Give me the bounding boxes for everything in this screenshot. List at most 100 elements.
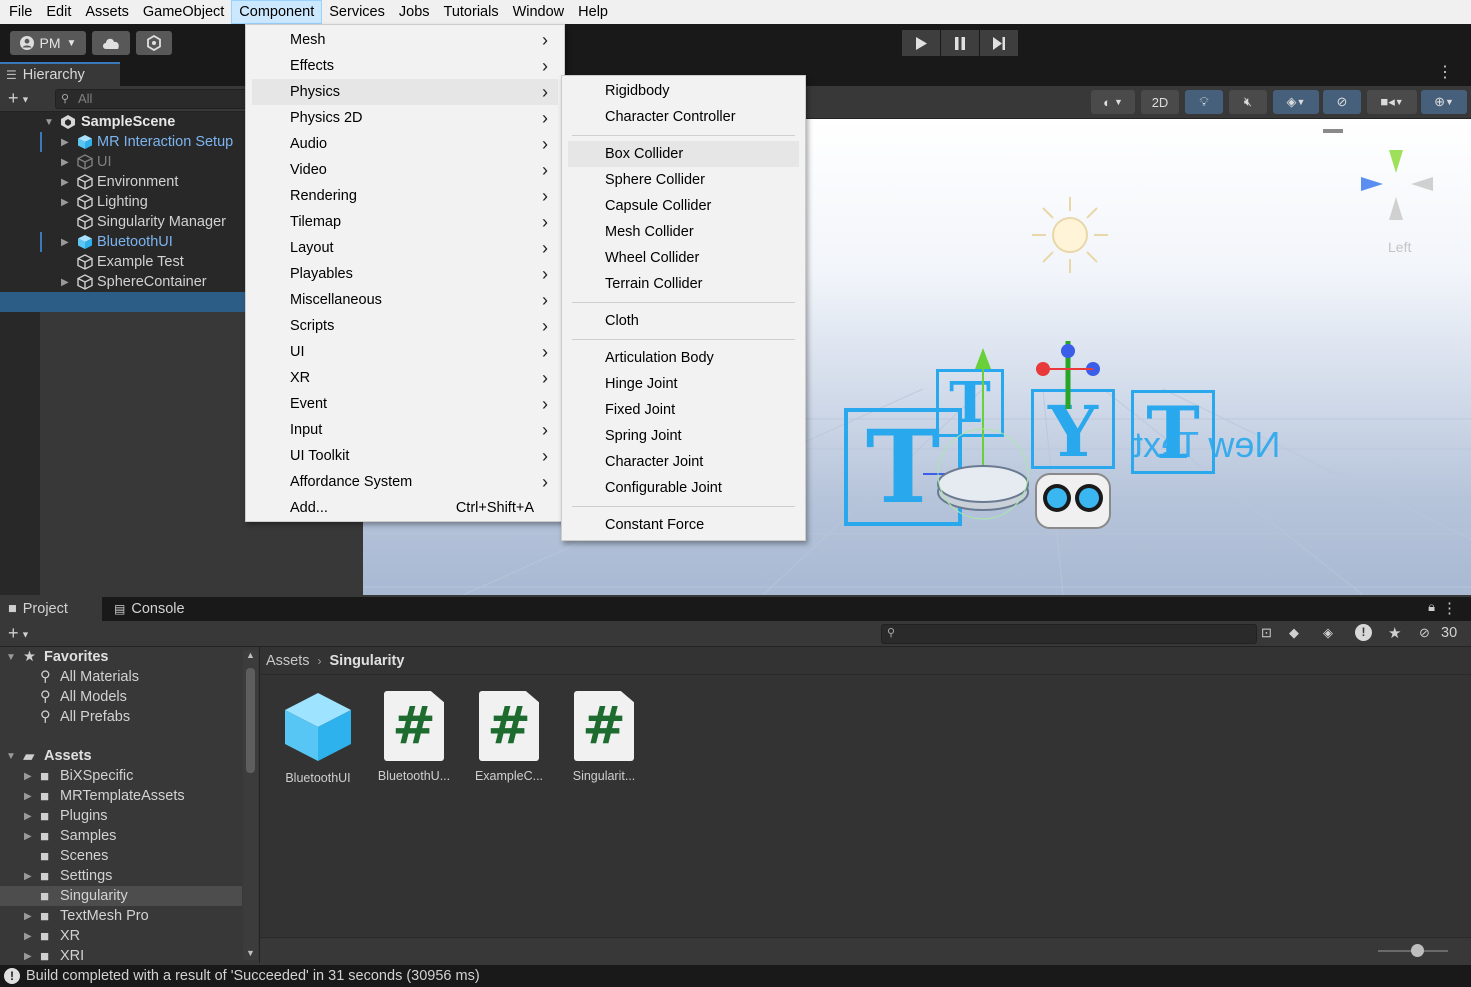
physics-menu-item[interactable]: Cloth [562, 308, 805, 334]
physics-menu-item[interactable]: Box Collider [568, 141, 799, 167]
expand-arrow-icon[interactable]: ▶ [61, 177, 69, 188]
folder-row[interactable]: ▶ ■ BiXSpecific [0, 766, 242, 786]
star-icon[interactable]: ★ [1388, 624, 1401, 642]
breadcrumb-assets[interactable]: Assets [266, 653, 310, 669]
orientation-gizmo-icon[interactable] [1353, 145, 1443, 235]
physics-menu-item[interactable]: Character Joint [562, 449, 805, 475]
folder-row[interactable]: ▼ ★ Favorites [0, 647, 242, 667]
expand-arrow-icon[interactable]: ▶ [24, 791, 32, 802]
folder-row[interactable]: ⚲ All Models [0, 687, 242, 707]
menu-component[interactable]: Component [231, 0, 323, 24]
menu-gameobject[interactable]: GameObject [136, 0, 231, 24]
menu-edit[interactable]: Edit [39, 0, 78, 24]
physics-menu-item[interactable]: Constant Force [562, 512, 805, 538]
step-button[interactable] [980, 30, 1018, 56]
menu-help[interactable]: Help [571, 0, 615, 24]
tab-project[interactable]: ■ Project [0, 597, 102, 621]
viewport-handle-icon[interactable] [1323, 129, 1343, 133]
component-menu-item[interactable]: Physics › [252, 79, 558, 105]
toggle-2d-button[interactable]: 2D [1141, 90, 1179, 114]
icon-size-slider-thumb[interactable] [1411, 944, 1424, 957]
search-by-type-icon[interactable]: ⊡ [1261, 625, 1272, 641]
expand-arrow-icon[interactable]: ▶ [24, 871, 32, 882]
folder-row[interactable]: ▶ ■ Samples [0, 826, 242, 846]
component-menu-item[interactable]: Rendering › [246, 183, 564, 209]
expand-arrow-icon[interactable]: ▶ [24, 811, 32, 822]
status-message[interactable]: Build completed with a result of 'Succee… [26, 968, 480, 984]
scroll-down-icon[interactable]: ▼ [246, 948, 255, 958]
physics-menu-item[interactable]: Mesh Collider [562, 219, 805, 245]
project-search-input[interactable]: ⚲ [881, 624, 1257, 644]
label-icon[interactable]: ◈ [1323, 625, 1333, 641]
cloud-button[interactable] [92, 31, 130, 55]
physics-menu-item[interactable]: Articulation Body [562, 345, 805, 371]
physics-menu-item[interactable]: Terrain Collider [562, 271, 805, 297]
menu-services[interactable]: Services [322, 0, 392, 24]
expand-arrow-icon[interactable]: ▶ [24, 951, 32, 962]
component-menu-item[interactable]: Input › [246, 417, 564, 443]
expand-arrow-icon[interactable]: ▶ [61, 277, 69, 288]
account-button[interactable]: PM ▼ [10, 31, 86, 55]
component-menu-add[interactable]: Add... Ctrl+Shift+A [246, 495, 564, 521]
scroll-up-icon[interactable]: ▲ [246, 650, 255, 660]
menu-assets[interactable]: Assets [78, 0, 136, 24]
asset-item[interactable]: # BluetoothU... [366, 691, 462, 791]
expand-arrow-icon[interactable]: ▶ [61, 137, 69, 148]
lock-icon[interactable]: 🔒︎ [1428, 599, 1435, 615]
expand-arrow-icon[interactable]: ▶ [61, 157, 69, 168]
audio-toggle-button[interactable]: 🔇︎ [1229, 90, 1267, 114]
asset-item[interactable]: # ExampleC... [461, 691, 557, 791]
lighting-toggle-button[interactable]: 💡︎ [1185, 90, 1223, 114]
add-object-button[interactable]: + ▼ [8, 89, 30, 108]
component-menu-item[interactable]: Audio › [246, 131, 564, 157]
pause-button[interactable] [941, 30, 979, 56]
component-menu-item[interactable]: Miscellaneous › [246, 287, 564, 313]
expand-arrow-icon[interactable]: ▶ [24, 911, 32, 922]
folder-row-selected[interactable]: ■ Singularity [0, 886, 242, 906]
more-options-icon[interactable]: ⋮ [1437, 64, 1453, 82]
expand-arrow-icon[interactable]: ▶ [24, 771, 32, 782]
folder-row[interactable]: ▶ ■ TextMesh Pro [0, 906, 242, 926]
more-options-icon[interactable]: ⋮ [1442, 599, 1457, 617]
collapse-arrow-icon[interactable]: ▼ [6, 751, 16, 762]
physics-menu-item[interactable]: Sphere Collider [562, 167, 805, 193]
effects-button[interactable]: ◈ ▼ [1273, 90, 1319, 114]
warning-icon[interactable]: ! [1355, 624, 1372, 641]
create-asset-button[interactable]: + ▼ [8, 624, 30, 643]
gizmos-button[interactable]: ⊕ ▼ [1421, 90, 1467, 114]
breadcrumb-current[interactable]: Singularity [330, 653, 405, 669]
component-menu-item[interactable]: Video › [246, 157, 564, 183]
physics-menu-item[interactable]: Configurable Joint [562, 475, 805, 501]
component-menu-item[interactable]: Effects › [246, 53, 564, 79]
folder-row[interactable]: ▶ ■ Settings [0, 866, 242, 886]
component-menu-item[interactable]: Mesh › [246, 27, 564, 53]
expand-arrow-icon[interactable]: ▶ [61, 237, 69, 248]
component-menu-item[interactable]: UI Toolkit › [246, 443, 564, 469]
physics-menu-item[interactable]: Fixed Joint [562, 397, 805, 423]
expand-arrow-icon[interactable]: ▶ [24, 931, 32, 942]
scrollbar-thumb[interactable] [246, 668, 255, 773]
physics-menu-item[interactable]: Spring Joint [562, 423, 805, 449]
expand-arrow-icon[interactable]: ▶ [24, 831, 32, 842]
menu-tutorials[interactable]: Tutorials [437, 0, 506, 24]
camera-settings-button[interactable]: ■◂ ▼ [1367, 90, 1417, 114]
filter-type-icon[interactable]: ◆ [1289, 625, 1299, 641]
component-menu-item[interactable]: Scripts › [246, 313, 564, 339]
component-menu-item[interactable]: XR › [246, 365, 564, 391]
scene-visibility-button[interactable]: ⊘ [1323, 90, 1361, 114]
physics-menu-item[interactable]: Hinge Joint [562, 371, 805, 397]
asset-item[interactable]: BluetoothUI [270, 691, 366, 791]
folder-tree-scrollbar[interactable]: ▲ ▼ [243, 650, 258, 960]
tab-hierarchy[interactable]: ☰ Hierarchy [0, 62, 120, 86]
menu-file[interactable]: File [2, 0, 39, 24]
folder-row[interactable]: ⚲ All Materials [0, 667, 242, 687]
folder-row[interactable]: ■ Scenes [0, 846, 242, 866]
menu-window[interactable]: Window [506, 0, 572, 24]
component-menu-item[interactable]: UI › [246, 339, 564, 365]
component-menu-item[interactable]: Playables › [246, 261, 564, 287]
folder-row[interactable]: ▶ ■ MRTemplateAssets [0, 786, 242, 806]
physics-menu-item[interactable]: Rigidbody [562, 78, 805, 104]
menu-jobs[interactable]: Jobs [392, 0, 437, 24]
folder-row[interactable]: ▼ ▰ Assets [0, 746, 242, 766]
expand-arrow-icon[interactable]: ▶ [61, 197, 69, 208]
